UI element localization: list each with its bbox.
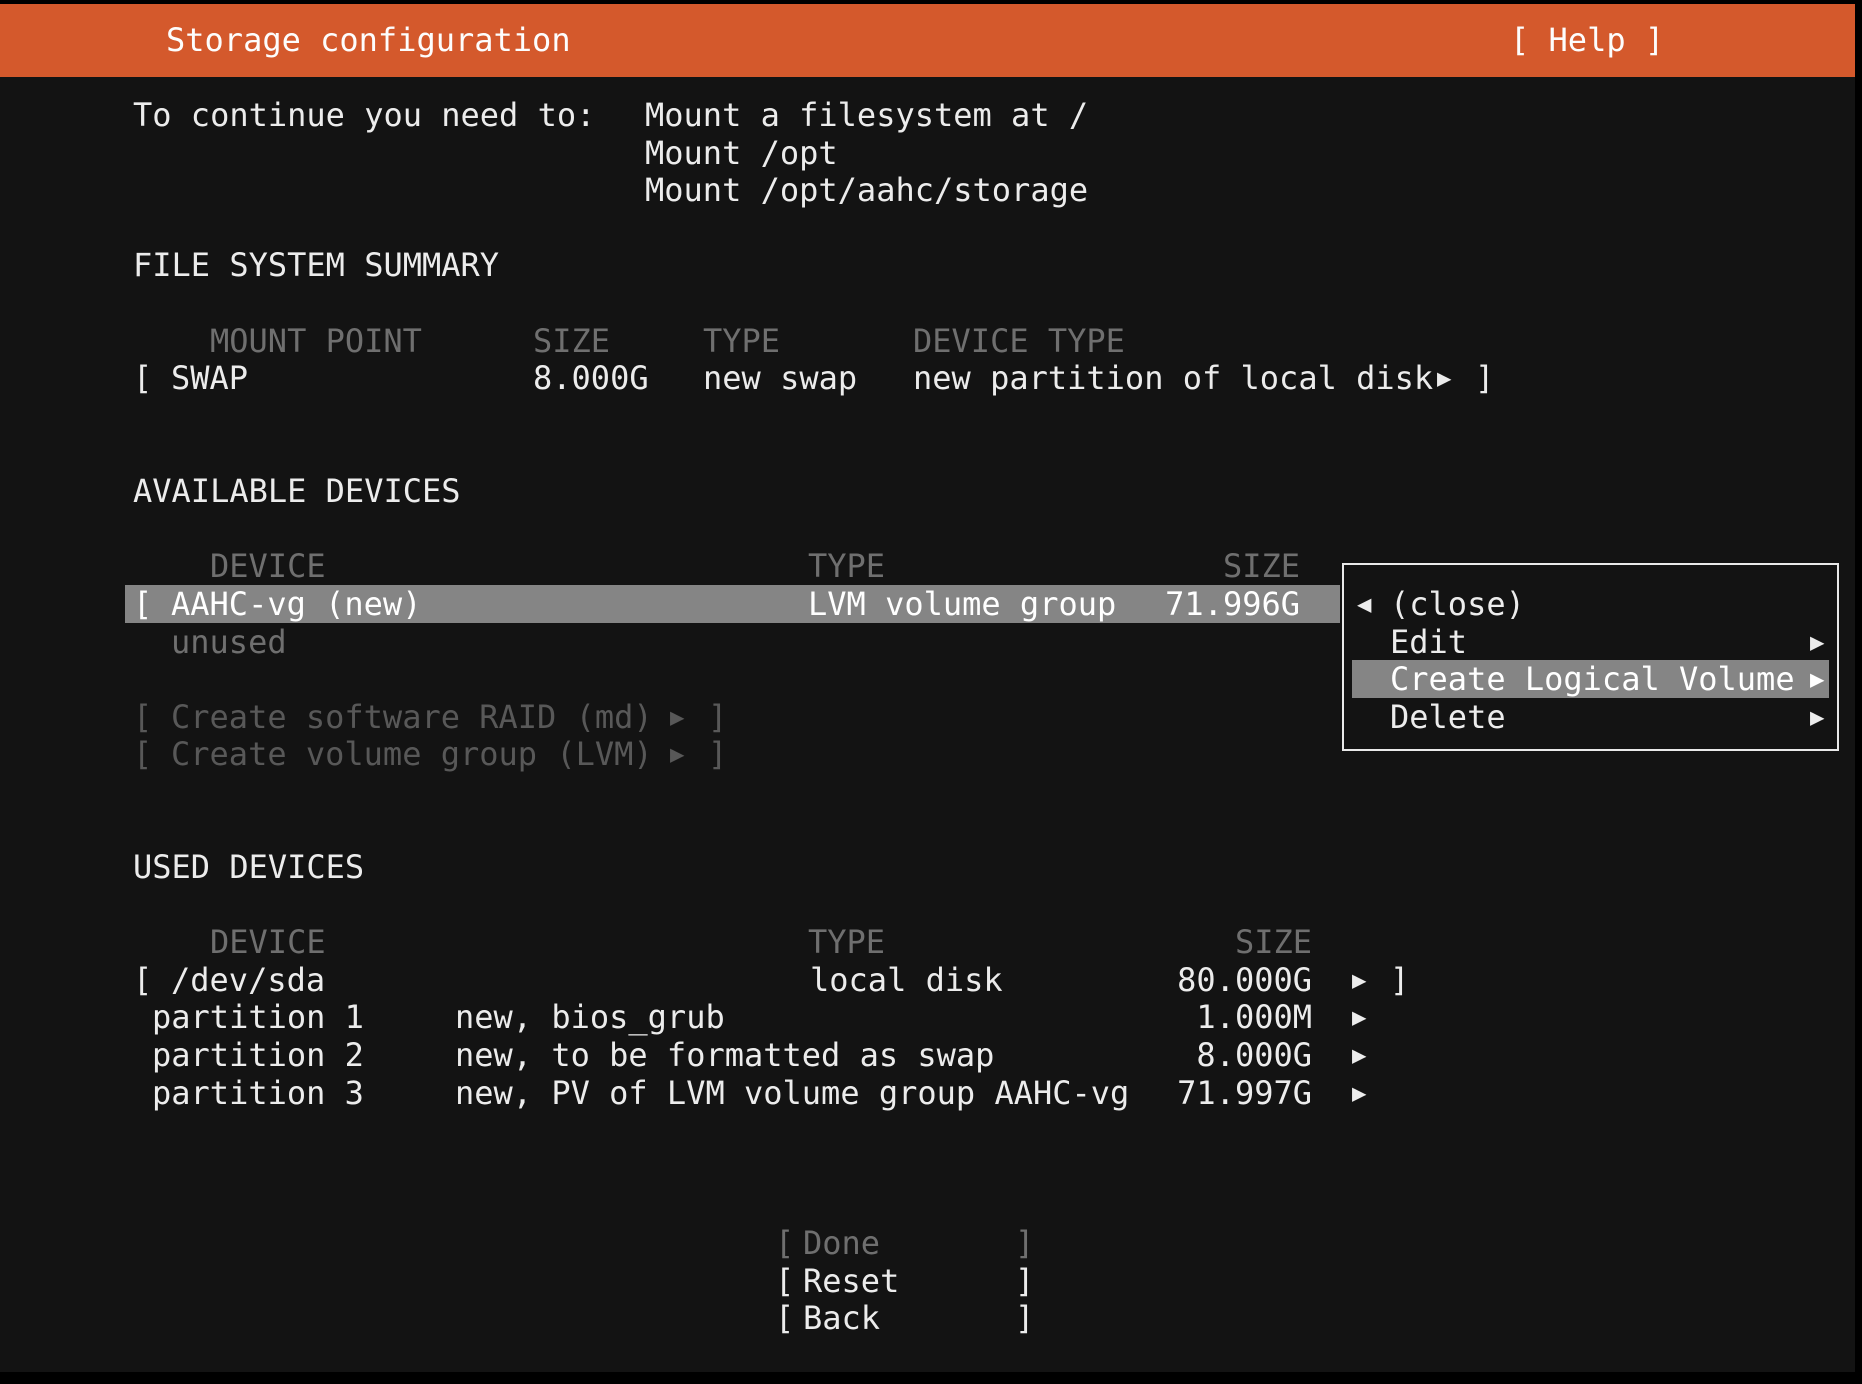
fs-row-device-type: new partition of local disk	[913, 359, 1433, 397]
menu-create-lv-label: Create Logical Volume	[1390, 660, 1795, 698]
open-bracket: [	[133, 961, 152, 999]
page-title: Storage configuration	[166, 4, 571, 77]
requirement-3: Mount /opt/aahc/storage	[645, 171, 1088, 209]
fs-header-mount-point: MOUNT POINT	[210, 322, 422, 360]
create-vg-label: Create volume group (LVM)	[171, 735, 653, 773]
used-header-type: TYPE	[808, 923, 885, 961]
title-bar: Storage configuration [ Help ]	[0, 4, 1855, 77]
available-row-type: LVM volume group	[808, 585, 1116, 623]
available-header-device: DEVICE	[210, 547, 326, 585]
close-bracket: ]	[708, 735, 727, 773]
open-bracket: [	[775, 1262, 794, 1300]
available-row-unused: unused	[171, 623, 287, 661]
available-row-size: 71.996G	[1090, 585, 1300, 623]
menu-delete-label: Delete	[1390, 698, 1506, 736]
storage-configuration-screen: Storage configuration [ Help ] To contin…	[0, 0, 1862, 1384]
right-arrow-icon: ▶	[1810, 660, 1824, 698]
open-bracket: [	[133, 359, 152, 397]
right-arrow-icon: ▶	[1352, 1074, 1366, 1112]
requirement-2: Mount /opt	[645, 134, 838, 172]
right-arrow-icon: ▶	[1437, 359, 1451, 397]
open-bracket: [	[775, 1299, 794, 1337]
right-arrow-icon: ▶	[670, 698, 684, 736]
available-row-device: AAHC-vg (new)	[171, 585, 421, 623]
fs-row-type: new swap	[703, 359, 857, 397]
partition-name: partition 2	[152, 1036, 364, 1074]
close-bracket: ]	[1390, 961, 1409, 999]
close-bracket: ]	[1015, 1299, 1034, 1337]
used-disk-device: /dev/sda	[171, 961, 325, 999]
screen-edge-top	[0, 0, 1862, 4]
menu-close-label: (close)	[1390, 585, 1525, 623]
close-bracket: ]	[1015, 1262, 1034, 1300]
help-button[interactable]: [ Help ]	[1510, 4, 1664, 77]
reset-label: Reset	[803, 1262, 899, 1300]
fs-row-mount-point: SWAP	[171, 359, 248, 397]
device-context-menu: ◀ (close) Edit ▶ Create Logical Volume ▶…	[1342, 563, 1839, 751]
fs-row-size: 8.000G	[533, 359, 649, 397]
partition-annotation: new, bios_grub	[455, 998, 725, 1036]
partition-annotation: new, to be formatted as swap	[455, 1036, 994, 1074]
intro-prefix: To continue you need to:	[133, 96, 595, 134]
fs-header-type: TYPE	[703, 322, 780, 360]
used-devices-title: USED DEVICES	[133, 848, 364, 886]
close-bracket: ]	[708, 698, 727, 736]
fs-summary-title: FILE SYSTEM SUMMARY	[133, 246, 499, 284]
close-bracket: ]	[1475, 359, 1494, 397]
open-bracket: [	[133, 735, 152, 773]
partition-name: partition 3	[152, 1074, 364, 1112]
partition-size: 71.997G	[1100, 1074, 1312, 1112]
partition-annotation: new, PV of LVM volume group AAHC-vg	[455, 1074, 1129, 1112]
open-bracket: [	[775, 1224, 794, 1262]
used-header-size: SIZE	[1100, 923, 1312, 961]
back-label: Back	[803, 1299, 880, 1337]
screen-edge-bottom	[0, 1372, 1862, 1384]
left-arrow-icon: ◀	[1357, 585, 1371, 623]
right-arrow-icon: ▶	[1352, 961, 1366, 999]
available-devices-title: AVAILABLE DEVICES	[133, 472, 461, 510]
create-raid-label: Create software RAID (md)	[171, 698, 653, 736]
partition-name: partition 1	[152, 998, 364, 1036]
right-arrow-icon: ▶	[1810, 698, 1824, 736]
used-header-device: DEVICE	[210, 923, 326, 961]
done-label: Done	[803, 1224, 880, 1262]
partition-size: 1.000M	[1100, 998, 1312, 1036]
requirement-1: Mount a filesystem at /	[645, 96, 1088, 134]
right-arrow-icon: ▶	[1352, 1036, 1366, 1074]
available-header-type: TYPE	[808, 547, 885, 585]
close-bracket: ]	[1015, 1224, 1034, 1262]
open-bracket: [	[133, 698, 152, 736]
screen-edge-right	[1855, 0, 1862, 1384]
fs-header-size: SIZE	[533, 322, 610, 360]
menu-edit-label: Edit	[1390, 623, 1467, 661]
right-arrow-icon: ▶	[1352, 998, 1366, 1036]
right-arrow-icon: ▶	[670, 735, 684, 773]
open-bracket: [	[133, 585, 152, 623]
used-disk-size: 80.000G	[1100, 961, 1312, 999]
partition-size: 8.000G	[1100, 1036, 1312, 1074]
fs-header-device-type: DEVICE TYPE	[913, 322, 1125, 360]
used-disk-type: local disk	[810, 961, 1003, 999]
right-arrow-icon: ▶	[1810, 623, 1824, 661]
available-header-size: SIZE	[1090, 547, 1300, 585]
